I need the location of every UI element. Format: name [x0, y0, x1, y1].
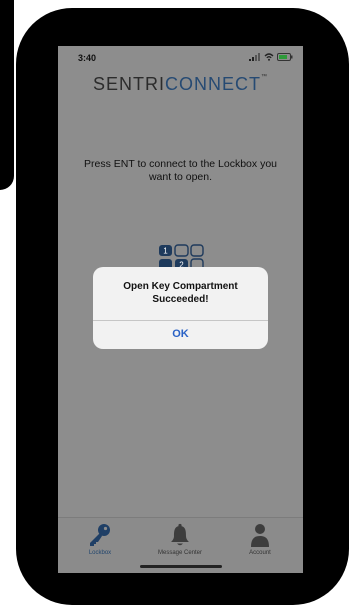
key-icon [90, 524, 110, 546]
app-screen: 3:40 SENTRICONNECT™ Press ENT to connect… [58, 46, 303, 573]
home-indicator [140, 565, 222, 568]
tab-label-lockbox: Lockbox [88, 550, 112, 556]
keypad-digit-1: 1 [163, 247, 168, 256]
bell-icon [171, 523, 189, 546]
tab-label-account: Account [249, 550, 271, 556]
tab-label-message-center: Message Center [157, 550, 203, 556]
person-icon [251, 524, 269, 547]
alert-message-line1: Open Key Compartment [123, 281, 238, 292]
status-time: 3:40 [78, 53, 97, 63]
alert-message: Open Key Compartment Succeeded! [93, 280, 268, 306]
tab-lockbox[interactable]: Lockbox [60, 523, 140, 556]
tab-message-center[interactable]: Message Center [140, 523, 220, 556]
signal-icon [249, 53, 260, 61]
background-device-edge [0, 0, 14, 190]
brand-logo: SENTRICONNECT™ [58, 74, 303, 95]
connect-instruction: Press ENT to connect to the Lockbox you … [84, 158, 277, 183]
wifi-icon [264, 53, 274, 61]
alert-message-line2: Succeeded! [152, 294, 209, 305]
alert-ok-button[interactable]: OK [93, 320, 268, 349]
status-bar: 3:40 [58, 46, 303, 66]
tab-account[interactable]: Account [220, 523, 300, 556]
status-icons [249, 53, 293, 61]
brand-part1: SENTRI [92, 74, 165, 94]
alert-dialog: Open Key Compartment Succeeded! OK [93, 267, 268, 349]
trademark: ™ [261, 74, 268, 80]
brand-part2: CONNECT [165, 74, 261, 94]
battery-icon [277, 53, 293, 61]
